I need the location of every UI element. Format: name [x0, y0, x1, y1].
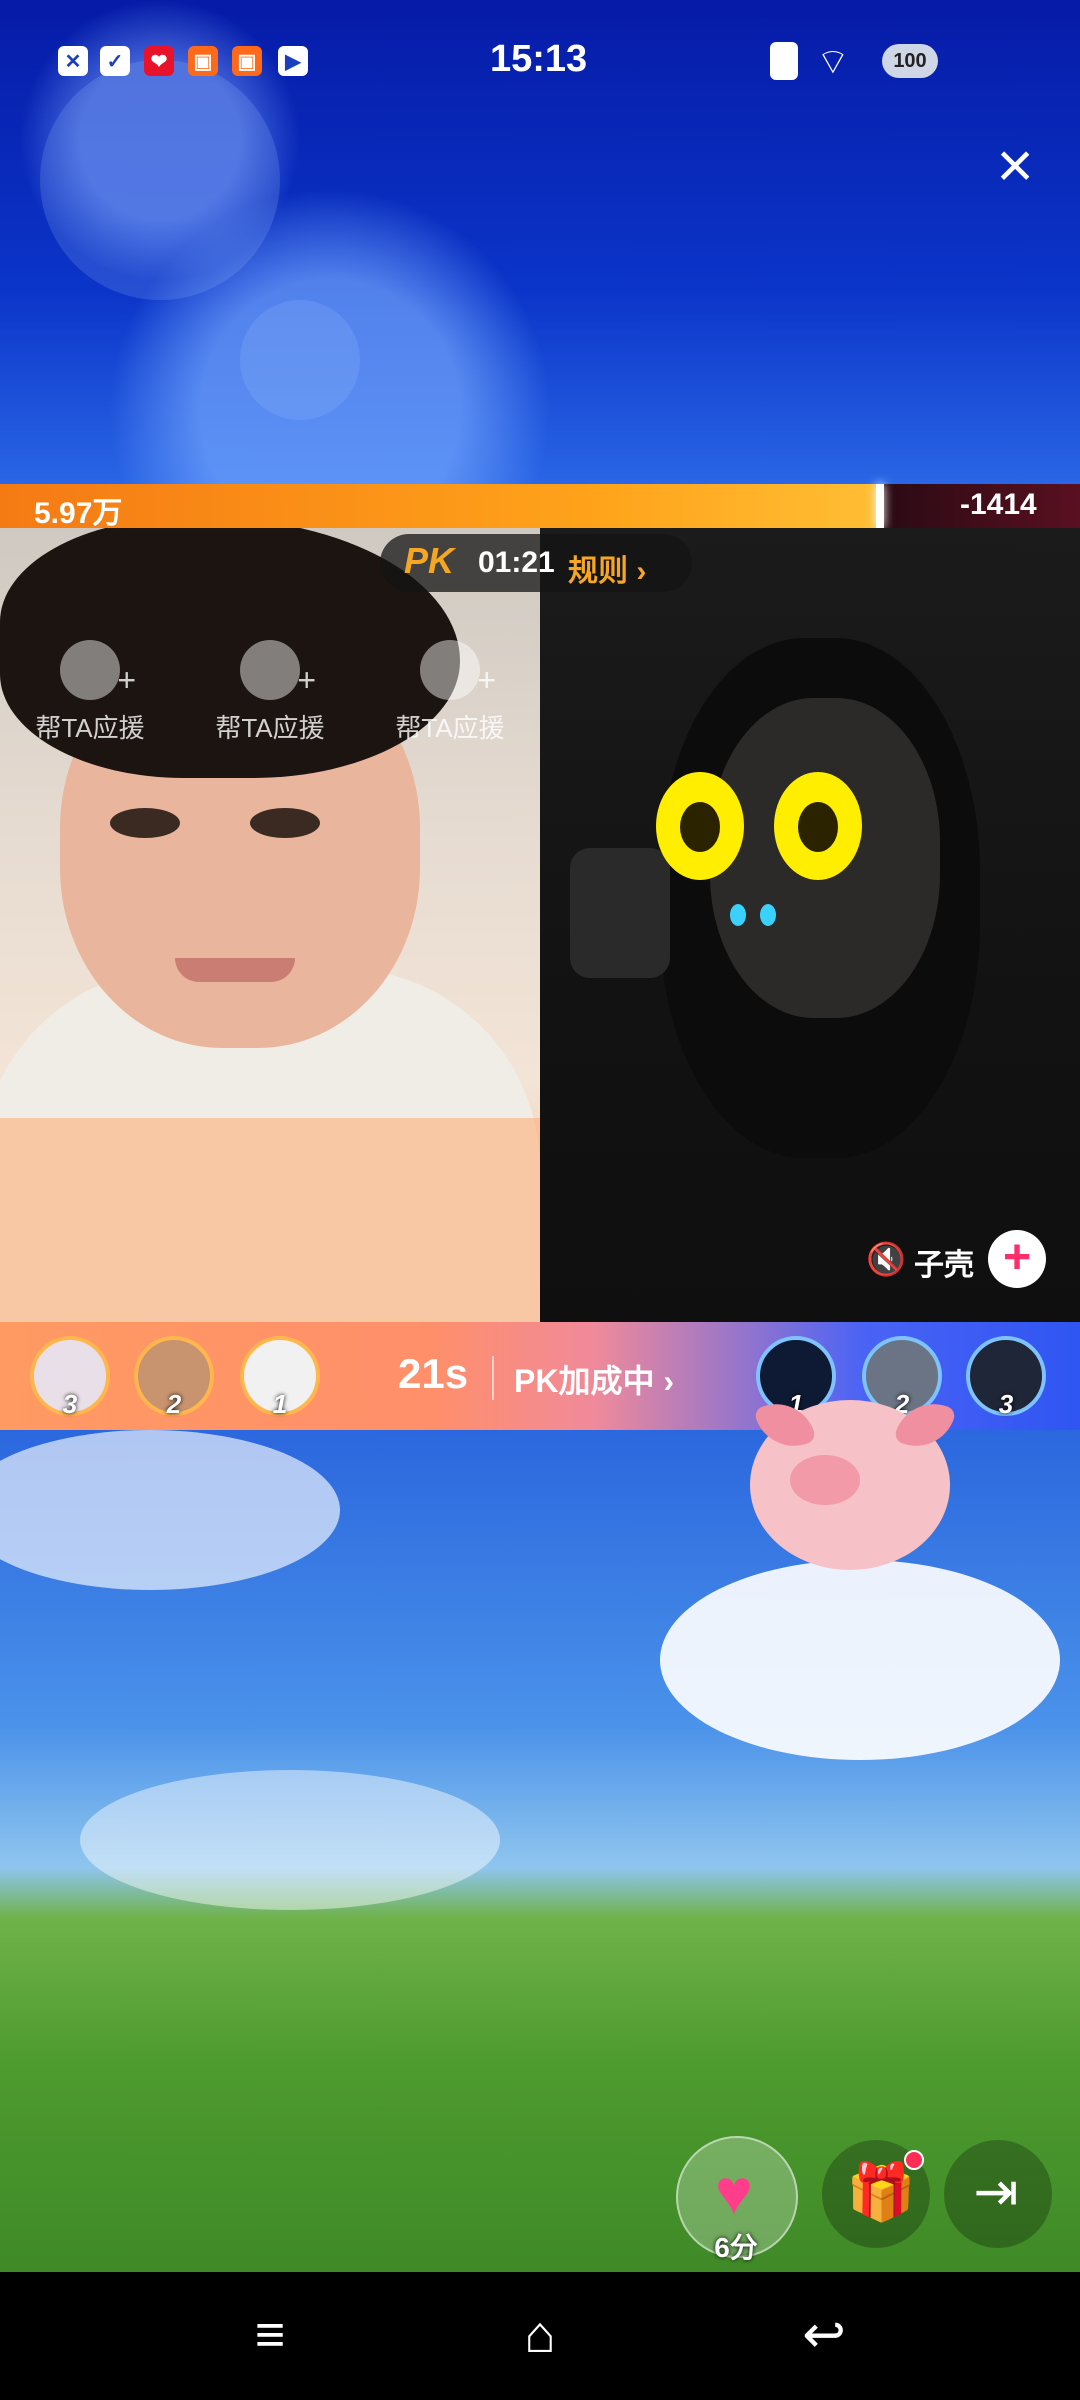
left-score: 5.97万	[34, 497, 123, 530]
background-scene	[0, 1430, 1080, 2272]
pk-bonus-link[interactable]: PK加成中 ›	[514, 1356, 674, 1402]
add-user-icon	[60, 640, 136, 700]
app-orange-icon: ▣	[232, 46, 262, 76]
streamer-eye	[250, 808, 320, 838]
rank-badge: 2	[166, 1389, 182, 1419]
rank-badge: 3	[62, 1389, 78, 1419]
cloud	[660, 1560, 1060, 1760]
status-bar: ✕ ✓ ❤ ▣ ▣ ▶ 15:13 ⌔ 100	[0, 0, 1080, 120]
support-slot[interactable]: 帮TA应援	[360, 640, 540, 745]
app-red-icon: ❤	[144, 46, 174, 76]
back-icon[interactable]: ↩	[784, 2300, 864, 2370]
support-label: 帮TA应援	[395, 713, 505, 743]
heart-score: 6分	[714, 2232, 758, 2263]
sticker-nose	[760, 904, 776, 926]
follow-button[interactable]: +	[988, 1230, 1046, 1288]
home-icon[interactable]: ⌂	[500, 2300, 580, 2370]
wifi-icon: ⌔	[816, 41, 850, 82]
gift-icon: 🎁	[846, 2160, 916, 2223]
right-score: -1414	[960, 488, 1037, 521]
support-label: 帮TA应援	[35, 713, 145, 743]
play-icon: ▶	[278, 46, 308, 76]
add-user-icon	[420, 640, 496, 700]
pk-rules-link[interactable]: 规则 ›	[568, 546, 646, 590]
menu-icon[interactable]: ≡	[230, 2300, 310, 2370]
vibrate-icon	[770, 42, 798, 80]
clock: 15:13	[490, 38, 588, 80]
rank-badge: 3	[998, 1389, 1014, 1419]
support-slot[interactable]: 帮TA应援	[0, 640, 180, 745]
cloud	[0, 1430, 340, 1590]
microphone	[570, 848, 670, 978]
pk-score-divider	[876, 484, 884, 528]
support-slot[interactable]: 帮TA应援	[180, 640, 360, 745]
pig-snout	[790, 1455, 860, 1505]
support-strip	[0, 1118, 540, 1322]
pk-countdown: 21s	[398, 1350, 469, 1397]
sticker-eye	[656, 772, 744, 880]
divider	[492, 1356, 494, 1400]
contributor-avatar[interactable]: 3	[30, 1336, 110, 1419]
support-label: 帮TA应援	[215, 713, 325, 743]
close-square-icon: ✕	[58, 46, 88, 76]
right-stream-video[interactable]	[540, 528, 1080, 1322]
sticker-nose	[730, 904, 746, 926]
contributor-avatar[interactable]: 1	[240, 1336, 320, 1419]
share-icon: ⇥	[973, 2162, 1019, 2222]
pk-timer: 01:21	[478, 546, 555, 579]
heart-icon: ♥	[715, 2156, 753, 2228]
add-user-icon	[240, 640, 316, 700]
streamer-eye	[110, 808, 180, 838]
contributor-avatar[interactable]: 2	[134, 1336, 214, 1419]
mute-icon[interactable]: 🔇	[866, 1240, 906, 1277]
notification-dot	[904, 2150, 924, 2170]
sticker-eye	[774, 772, 862, 880]
close-button[interactable]: ×	[980, 130, 1050, 200]
lens-flare	[240, 300, 360, 420]
pk-logo: PK	[404, 540, 455, 581]
contributor-avatar[interactable]: 3	[966, 1336, 1046, 1419]
cloud	[80, 1770, 500, 1910]
battery-icon: 100	[882, 44, 938, 78]
app-orange-icon: ▣	[188, 46, 218, 76]
opponent-name: 子壳	[914, 1249, 974, 1282]
rank-badge: 1	[272, 1389, 288, 1419]
check-square-icon: ✓	[100, 46, 130, 76]
streamer-mouth	[175, 958, 295, 982]
